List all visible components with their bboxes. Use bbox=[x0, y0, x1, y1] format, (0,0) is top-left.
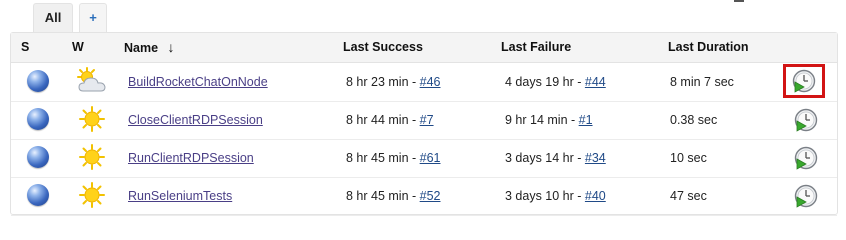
last-duration: 0.38 sec bbox=[670, 113, 718, 127]
column-header-weather[interactable]: W bbox=[72, 33, 84, 62]
schedule-build-icon bbox=[792, 69, 816, 93]
last-success-build-link[interactable]: #46 bbox=[420, 75, 441, 89]
last-failure-cell: 4 days 19 hr - #44 bbox=[505, 63, 606, 101]
last-duration: 8 min 7 sec bbox=[670, 75, 734, 89]
last-success-cell: 8 hr 23 min - #46 bbox=[346, 63, 441, 101]
column-header-status[interactable]: S bbox=[21, 33, 29, 62]
last-duration: 10 sec bbox=[670, 151, 707, 165]
last-success-cell: 8 hr 44 min - #7 bbox=[346, 101, 434, 139]
schedule-build-button[interactable] bbox=[783, 64, 825, 98]
tab-all[interactable]: All bbox=[33, 3, 73, 32]
blue-ball-icon[interactable] bbox=[27, 108, 49, 130]
table-header: S W Name ↓ Last Success Last Failure Las… bbox=[11, 33, 837, 63]
last-failure-cell: 9 hr 14 min - #1 bbox=[505, 101, 593, 139]
last-success-build-link[interactable]: #61 bbox=[420, 151, 441, 165]
last-success-build-link[interactable]: #52 bbox=[420, 189, 441, 203]
last-failure-time: 3 days 10 hr - bbox=[505, 189, 585, 203]
sunny-icon[interactable] bbox=[75, 142, 109, 172]
last-failure-time: 9 hr 14 min - bbox=[505, 113, 579, 127]
top-edge-mark bbox=[734, 0, 744, 2]
schedule-build-icon bbox=[794, 108, 818, 132]
schedule-build-button[interactable] bbox=[790, 105, 822, 135]
last-failure-build-link[interactable]: #1 bbox=[579, 113, 593, 127]
job-link[interactable]: CloseClientRDPSession bbox=[128, 113, 263, 127]
last-success-cell: 8 hr 45 min - #61 bbox=[346, 139, 441, 177]
column-header-last-success[interactable]: Last Success bbox=[343, 33, 423, 62]
table-row: CloseClientRDPSession 8 hr 44 min - #7 9 h… bbox=[11, 101, 837, 140]
job-link[interactable]: RunClientRDPSession bbox=[128, 151, 254, 165]
table-row: RunSeleniumTests 8 hr 45 min - #52 3 days … bbox=[11, 177, 837, 216]
column-header-last-duration[interactable]: Last Duration bbox=[668, 33, 749, 62]
last-success-time: 8 hr 45 min - bbox=[346, 189, 420, 203]
schedule-build-icon bbox=[794, 146, 818, 170]
column-header-name[interactable]: Name ↓ bbox=[124, 33, 175, 62]
last-success-time: 8 hr 45 min - bbox=[346, 151, 420, 165]
blue-ball-icon[interactable] bbox=[27, 70, 49, 92]
last-failure-time: 3 days 14 hr - bbox=[505, 151, 585, 165]
column-header-name-label: Name bbox=[124, 41, 159, 55]
last-failure-build-link[interactable]: #34 bbox=[585, 151, 606, 165]
jobs-table: S W Name ↓ Last Success Last Failure Las… bbox=[10, 32, 838, 216]
sunny-icon[interactable] bbox=[75, 180, 109, 210]
blue-ball-icon[interactable] bbox=[27, 184, 49, 206]
column-header-last-failure[interactable]: Last Failure bbox=[501, 33, 571, 62]
last-failure-cell: 3 days 14 hr - #34 bbox=[505, 139, 606, 177]
table-row: RunClientRDPSession 8 hr 45 min - #61 3 da… bbox=[11, 139, 837, 178]
add-view-tab[interactable]: + bbox=[79, 3, 107, 32]
sunny-icon[interactable] bbox=[75, 104, 109, 134]
last-failure-time: 4 days 19 hr - bbox=[505, 75, 585, 89]
last-success-time: 8 hr 44 min - bbox=[346, 113, 420, 127]
job-link[interactable]: BuildRocketChatOnNode bbox=[128, 75, 268, 89]
last-success-time: 8 hr 23 min - bbox=[346, 75, 420, 89]
last-failure-build-link[interactable]: #44 bbox=[585, 75, 606, 89]
last-success-cell: 8 hr 45 min - #52 bbox=[346, 177, 441, 215]
schedule-build-icon bbox=[794, 184, 818, 208]
job-link[interactable]: RunSeleniumTests bbox=[128, 189, 232, 203]
sort-descending-icon: ↓ bbox=[167, 39, 175, 55]
schedule-build-button[interactable] bbox=[790, 181, 822, 211]
table-row: BuildRocketChatOnNode 8 hr 23 min - #46 4 … bbox=[11, 63, 837, 102]
last-duration: 47 sec bbox=[670, 189, 707, 203]
last-failure-build-link[interactable]: #40 bbox=[585, 189, 606, 203]
partly-cloudy-icon[interactable] bbox=[75, 66, 109, 96]
blue-ball-icon[interactable] bbox=[27, 146, 49, 168]
schedule-build-button[interactable] bbox=[790, 143, 822, 173]
last-success-build-link[interactable]: #7 bbox=[420, 113, 434, 127]
last-failure-cell: 3 days 10 hr - #40 bbox=[505, 177, 606, 215]
